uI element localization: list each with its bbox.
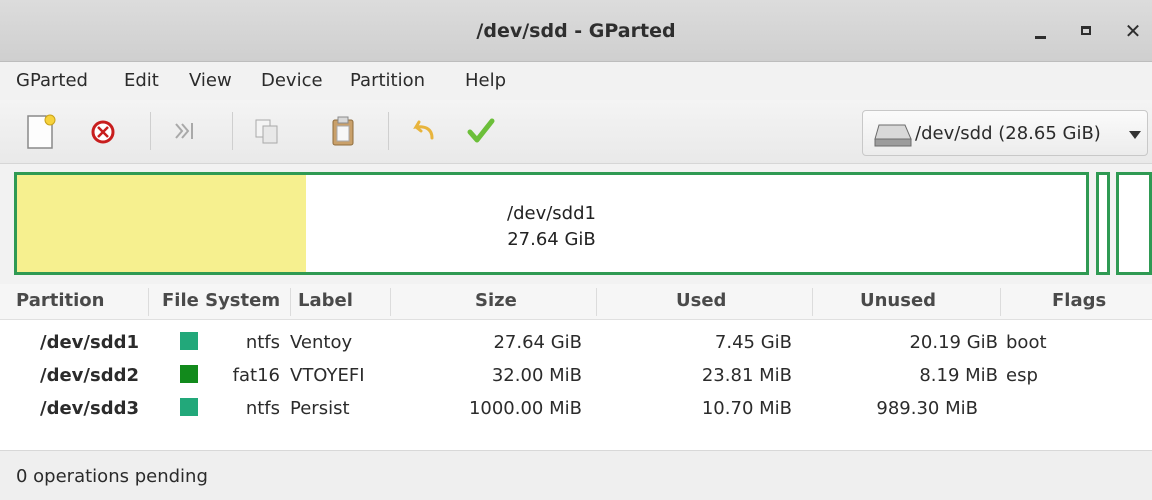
partition-size: 27.64 GiB: [507, 229, 596, 250]
cell-size: 1000.00 MiB: [468, 398, 582, 419]
cell-label: Ventoy: [290, 332, 353, 353]
cell-unused: 989.30 MiB: [876, 398, 978, 419]
cell-partition: /dev/sdd3: [40, 398, 139, 419]
status-bar: 0 operations pending: [0, 450, 1152, 500]
menu-help[interactable]: Help: [465, 70, 506, 91]
column-flags[interactable]: Flags: [1052, 290, 1106, 311]
column-label[interactable]: Label: [298, 290, 353, 311]
maximize-icon: [1081, 26, 1091, 35]
close-button[interactable]: ✕: [1118, 16, 1148, 46]
window-title: /dev/sdd - GParted: [476, 20, 676, 42]
column-divider: [596, 288, 597, 316]
operations-pending-text: 0 operations pending: [16, 466, 208, 487]
partition-graph: /dev/sdd1 27.64 GiB: [0, 164, 1152, 284]
cell-used: 7.45 GiB: [714, 332, 792, 353]
gparted-window: /dev/sdd - GParted ✕ GParted Edit View D…: [0, 0, 1152, 500]
column-divider: [290, 288, 291, 316]
partition-block-sdd2[interactable]: [1096, 172, 1110, 275]
table-row[interactable]: /dev/sdd2 fat16 VTOYEFI 32.00 MiB 23.81 …: [0, 359, 1152, 391]
partition-table: Partition File System Label Size Used Un…: [0, 284, 1152, 450]
partition-name: /dev/sdd1: [507, 203, 596, 224]
column-used[interactable]: Used: [676, 290, 726, 311]
menu-edit[interactable]: Edit: [124, 70, 159, 91]
cell-partition: /dev/sdd2: [40, 365, 139, 386]
cell-unused: 8.19 MiB: [919, 365, 998, 386]
column-divider: [1000, 288, 1001, 316]
paste-icon: [332, 116, 354, 146]
column-partition[interactable]: Partition: [16, 290, 104, 311]
cell-filesystem: ntfs: [245, 332, 280, 353]
cell-unused: 20.19 GiB: [909, 332, 998, 353]
toolbar-separator: [388, 112, 389, 150]
resize-move-button[interactable]: [164, 110, 206, 152]
undo-button[interactable]: [402, 110, 444, 152]
cell-label: VTOYEFI: [290, 365, 365, 386]
cell-size: 32.00 MiB: [491, 365, 582, 386]
device-label: /dev/sdd (28.65 GiB): [915, 123, 1101, 144]
toolbar-separator: [150, 112, 151, 150]
maximize-button[interactable]: [1071, 16, 1101, 46]
copy-button[interactable]: [246, 110, 288, 152]
menu-device[interactable]: Device: [261, 70, 323, 91]
new-partition-button[interactable]: [20, 110, 62, 152]
partition-block-sdd1[interactable]: /dev/sdd1 27.64 GiB: [14, 172, 1089, 275]
filesystem-color-swatch: [180, 332, 198, 350]
cell-filesystem: fat16: [232, 365, 280, 386]
title-bar: /dev/sdd - GParted ✕: [0, 0, 1152, 62]
table-row[interactable]: /dev/sdd3 ntfs Persist 1000.00 MiB 10.70…: [0, 392, 1152, 424]
partition-block-sdd3[interactable]: [1116, 172, 1152, 275]
filesystem-color-swatch: [180, 365, 198, 383]
apply-button[interactable]: [460, 110, 502, 152]
filesystem-color-swatch: [180, 398, 198, 416]
menu-view[interactable]: View: [189, 70, 232, 91]
delete-button[interactable]: [82, 110, 124, 152]
toolbar-separator: [232, 112, 233, 150]
undo-icon: [413, 120, 434, 140]
cell-used: 23.81 MiB: [701, 365, 792, 386]
chevron-down-icon: [1129, 131, 1141, 139]
cell-filesystem: ntfs: [245, 398, 280, 419]
paste-button[interactable]: [322, 110, 364, 152]
new-icon: [27, 114, 56, 149]
close-icon: ✕: [1124, 19, 1142, 43]
column-divider: [390, 288, 391, 316]
apply-icon: [467, 118, 495, 143]
device-selector[interactable]: /dev/sdd (28.65 GiB): [862, 110, 1148, 156]
minimize-icon: [1035, 36, 1046, 39]
cell-label: Persist: [290, 398, 350, 419]
column-size[interactable]: Size: [475, 290, 517, 311]
toolbar: /dev/sdd (28.65 GiB): [0, 100, 1152, 164]
menu-partition[interactable]: Partition: [350, 70, 425, 91]
cell-flags: esp: [1006, 365, 1038, 386]
column-divider: [812, 288, 813, 316]
cell-flags: boot: [1006, 332, 1047, 353]
drive-icon: [874, 124, 912, 147]
table-header: Partition File System Label Size Used Un…: [0, 284, 1152, 320]
resize-move-icon: [175, 123, 193, 139]
cell-partition: /dev/sdd1: [40, 332, 139, 353]
cell-used: 10.70 MiB: [701, 398, 792, 419]
menu-gparted[interactable]: GParted: [16, 70, 88, 91]
minimize-button[interactable]: [1026, 16, 1056, 46]
cell-size: 27.64 GiB: [493, 332, 582, 353]
copy-icon: [255, 119, 278, 144]
delete-icon: [91, 120, 115, 144]
column-unused[interactable]: Unused: [860, 290, 936, 311]
table-row[interactable]: /dev/sdd1 ntfs Ventoy 27.64 GiB 7.45 GiB…: [0, 326, 1152, 358]
menu-bar: GParted Edit View Device Partition Help: [0, 62, 1152, 100]
column-file-system[interactable]: File System: [162, 290, 280, 311]
column-divider: [148, 288, 149, 316]
